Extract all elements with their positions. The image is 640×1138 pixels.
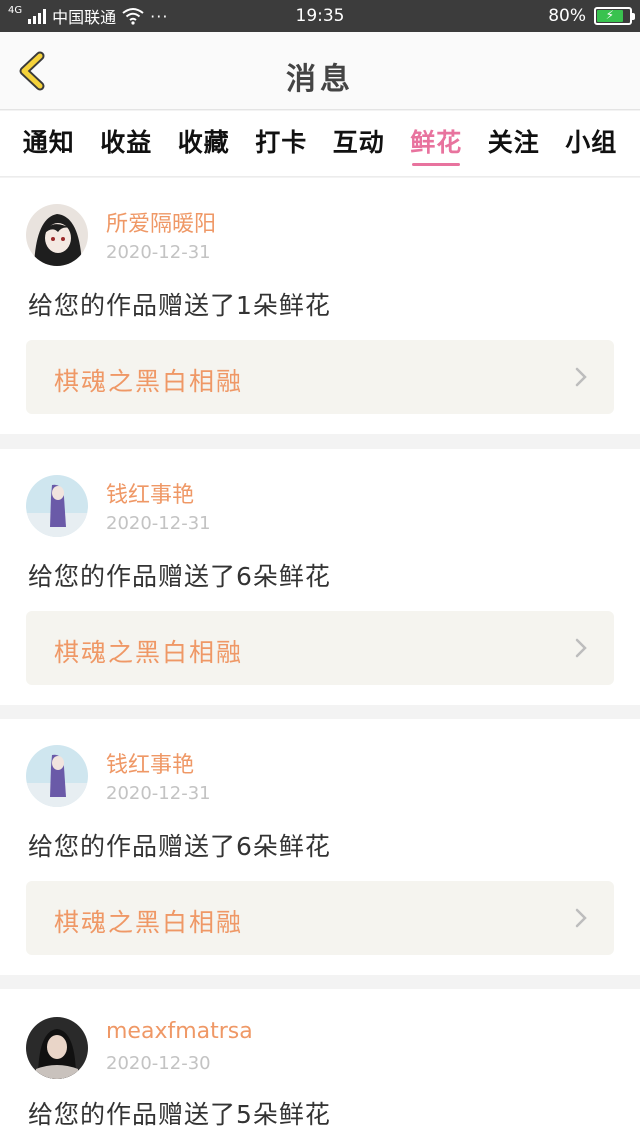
tab-interaction[interactable]: 互动	[333, 111, 385, 176]
work-link[interactable]: 棋魂之黑白相融	[26, 881, 614, 955]
work-link[interactable]: 棋魂之黑白相融	[26, 340, 614, 414]
date: 2020-12-31	[106, 513, 211, 534]
date: 2020-12-30	[106, 1053, 211, 1074]
tab-flowers[interactable]: 鲜花	[410, 111, 462, 176]
date: 2020-12-31	[106, 242, 211, 263]
work-title: 棋魂之黑白相融	[54, 367, 244, 396]
chevron-right-icon	[575, 908, 587, 928]
notification-message: 给您的作品赠送了1朵鲜花	[28, 291, 331, 320]
tab-notice[interactable]: 通知	[23, 111, 75, 176]
avatar[interactable]	[26, 475, 88, 537]
work-link[interactable]: 棋魂之黑白相融	[26, 611, 614, 685]
tab-checkin[interactable]: 打卡	[255, 111, 307, 176]
username[interactable]: 所爱隔暖阳	[106, 206, 216, 238]
tab-follow[interactable]: 关注	[488, 111, 540, 176]
avatar[interactable]	[26, 745, 88, 807]
notification-message: 给您的作品赠送了6朵鲜花	[28, 562, 331, 591]
status-bar: 4G 中国联通 ··· 19:35 80% ⚡	[0, 0, 640, 32]
message-tabs: 通知 收益 收藏 打卡 互动 鲜花 关注 小组	[0, 111, 640, 177]
work-title: 棋魂之黑白相融	[54, 638, 244, 667]
tab-favorites[interactable]: 收藏	[178, 111, 230, 176]
nav-header: 消息	[0, 32, 640, 110]
tab-earnings[interactable]: 收益	[100, 111, 152, 176]
notification-card: meaxfmatrsa 2020-12-30 给您的作品赠送了5朵鲜花	[0, 989, 640, 1138]
notification-card: 所爱隔暖阳 2020-12-31 给您的作品赠送了1朵鲜花 棋魂之黑白相融	[0, 178, 640, 434]
chevron-right-icon	[575, 638, 587, 658]
page-title: 消息	[286, 62, 354, 97]
username[interactable]: 钱红事艳	[106, 747, 194, 779]
notification-card: 钱红事艳 2020-12-31 给您的作品赠送了6朵鲜花 棋魂之黑白相融	[0, 449, 640, 705]
tab-groups[interactable]: 小组	[565, 111, 617, 176]
work-title: 棋魂之黑白相融	[54, 908, 244, 937]
notification-card: 钱红事艳 2020-12-31 给您的作品赠送了6朵鲜花 棋魂之黑白相融	[0, 719, 640, 975]
notification-message: 给您的作品赠送了5朵鲜花	[28, 1100, 331, 1129]
battery-icon: ⚡	[594, 7, 635, 25]
chevron-right-icon	[575, 367, 587, 387]
avatar[interactable]	[26, 204, 88, 266]
battery-percent: 80%	[548, 6, 586, 26]
avatar[interactable]	[26, 1017, 88, 1079]
date: 2020-12-31	[106, 783, 211, 804]
username[interactable]: 钱红事艳	[106, 477, 194, 509]
username[interactable]: meaxfmatrsa	[106, 1019, 253, 1044]
notification-message: 给您的作品赠送了6朵鲜花	[28, 832, 331, 861]
clock: 19:35	[295, 6, 345, 26]
